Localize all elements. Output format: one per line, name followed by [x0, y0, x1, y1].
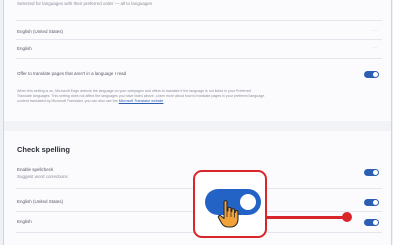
spellcheck-toggle[interactable] — [364, 169, 379, 176]
spell-language-label: English — [17, 219, 32, 224]
screenshot-frame: Selected for languages with their prefer… — [0, 0, 393, 245]
translate-label: Offer to translate pages that aren't in … — [17, 71, 127, 76]
divider — [16, 39, 382, 40]
language-item-label: English (United States) — [17, 29, 64, 34]
translate-description: content translated by Microsoft Translat… — [17, 99, 163, 104]
divider — [16, 20, 382, 21]
more-icon[interactable]: ⋯ — [372, 45, 377, 51]
spell-language-toggle[interactable] — [364, 199, 379, 206]
callout-dot — [342, 212, 352, 222]
spell-language-toggle[interactable] — [364, 219, 379, 226]
translate-description-text: content translated by Microsoft Translat… — [17, 99, 118, 103]
section-separator — [4, 121, 391, 131]
zoom-callout — [193, 170, 267, 238]
spell-language-label: English (United States) — [17, 199, 64, 204]
callout-connector-line — [267, 216, 347, 219]
spellcheck-sublabel: Suggest word corrections — [17, 174, 68, 179]
translate-toggle[interactable] — [364, 71, 379, 78]
hand-pointer-icon — [217, 200, 239, 228]
section-title: Check spelling — [17, 145, 70, 154]
language-item-label: English — [17, 46, 32, 51]
translate-description: Translate languages. This setting does n… — [17, 94, 266, 98]
translator-website-link[interactable]: Microsoft Translator website — [119, 99, 164, 103]
translate-description: When this setting is on, Microsoft Edge … — [17, 89, 251, 93]
languages-header-text: Selected for languages with their prefer… — [17, 1, 153, 6]
divider — [16, 58, 382, 59]
toggle-knob — [240, 194, 256, 210]
spellcheck-label: Enable spellcheck — [17, 167, 54, 172]
more-icon[interactable]: ⋯ — [372, 28, 377, 34]
